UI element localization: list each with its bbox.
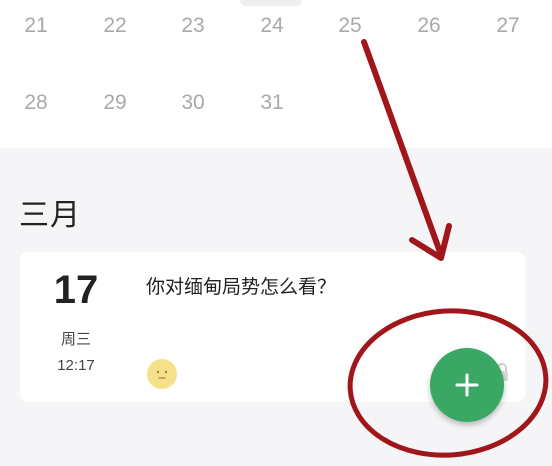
month-title: 三月 [19,198,81,233]
calendar-day[interactable]: 28 [14,91,58,115]
calendar-grid: 21 22 23 24 25 26 27 28 29 30 31 [0,0,552,148]
calendar-day[interactable]: 22 [93,14,137,38]
calendar-day[interactable]: 25 [328,14,372,38]
add-entry-button[interactable] [430,348,504,422]
calendar-day[interactable]: 31 [250,91,294,115]
entry-day-number: 17 [53,268,99,312]
calendar-day[interactable]: 21 [14,14,58,38]
calendar-day[interactable]: 23 [171,14,215,38]
calendar-day[interactable]: 30 [171,91,215,115]
drag-handle[interactable] [240,0,302,6]
neutral-face-icon [146,358,178,390]
calendar-day[interactable]: 26 [407,14,451,38]
calendar-day[interactable]: 29 [93,91,137,115]
entry-time: 12:17 [57,357,95,374]
calendar-day[interactable]: 27 [486,14,530,38]
entry-text: 你对缅甸局势怎么看？ [146,276,337,298]
entry-weekday: 周三 [60,330,91,348]
calendar-day[interactable]: 24 [250,14,294,38]
plus-icon [455,373,479,397]
